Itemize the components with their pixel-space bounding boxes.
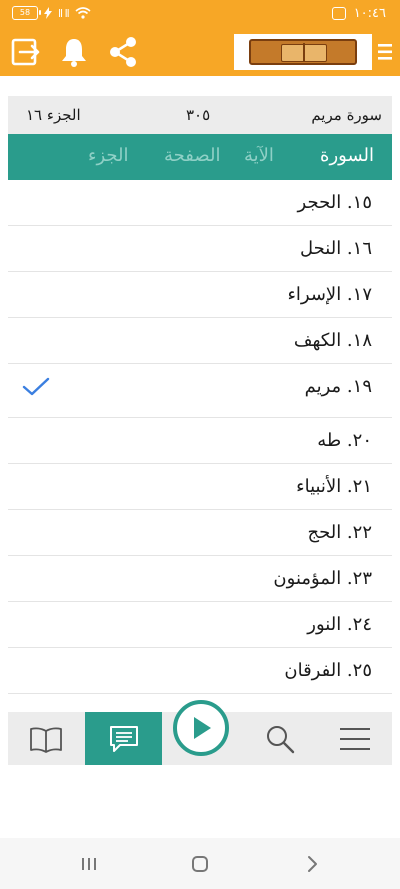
surah-label: ٢١. الأنبياء [296, 476, 372, 497]
share-button[interactable] [106, 35, 140, 69]
exit-icon [11, 38, 40, 66]
search-icon [267, 725, 295, 753]
share-icon [110, 37, 136, 67]
play-icon [194, 717, 211, 739]
list-item[interactable]: ١٦. النحل [8, 226, 392, 272]
bell-icon [62, 39, 86, 67]
current-page: ٣٠٥ [186, 106, 211, 124]
tab-aya[interactable]: الآية [244, 145, 274, 166]
notifications-button[interactable] [57, 35, 91, 69]
quran-book-icon [249, 39, 357, 65]
list-item[interactable]: ٢٤. النور [8, 602, 392, 648]
book-icon [30, 727, 62, 753]
status-right: ١٠:٤٦ [331, 6, 386, 21]
surah-list: ١٥. الحجر ١٦. النحل ١٧. الإسراء ١٨. الكه… [8, 180, 392, 694]
system-nav-bar [0, 838, 400, 889]
screen-record-icon [331, 7, 346, 20]
list-item[interactable]: ٢١. الأنبياء [8, 464, 392, 510]
read-button[interactable] [8, 712, 84, 765]
surah-label: ٢٥. الفرقان [284, 660, 372, 681]
tab-sura[interactable]: السورة [320, 145, 374, 166]
status-bar: 58 ll ll ١٠:٤٦ [0, 0, 400, 30]
surah-label: ١٩. مريم [304, 376, 372, 397]
list-item[interactable]: ٢٠. طه [8, 418, 392, 464]
surah-label: ١٧. الإسراء [287, 284, 372, 305]
tab-juz[interactable]: الجزء [88, 145, 129, 166]
index-tabs: السورة الآية الصفحة الجزء [8, 134, 392, 180]
bolt-icon [44, 7, 52, 19]
index-button[interactable] [85, 712, 162, 765]
app-logo [234, 34, 372, 70]
battery-level: 58 [19, 8, 31, 17]
current-sura: سورة مريم [311, 106, 382, 124]
home-button[interactable] [188, 852, 212, 876]
list-item-selected[interactable]: ١٩. مريم [8, 364, 392, 418]
surah-label: ٢٤. النور [307, 614, 372, 635]
back-button[interactable] [300, 852, 324, 876]
hamburger-icon [340, 727, 370, 750]
list-item[interactable]: ٢٢. الحج [8, 510, 392, 556]
app-header [0, 30, 400, 76]
list-item[interactable]: ٢٣. المؤمنون [8, 556, 392, 602]
status-time: ١٠:٤٦ [353, 6, 386, 21]
current-position-strip: سورة مريم ٣٠٥ الجزء ١٦ [8, 96, 392, 134]
notes-icon [109, 725, 138, 752]
back-icon [308, 856, 317, 872]
signal-icon: ll ll [58, 6, 70, 20]
surah-label: ٢٢. الحج [307, 522, 372, 543]
surah-label: ٢٠. طه [317, 430, 372, 451]
home-icon [192, 856, 208, 872]
checkmark-icon [22, 377, 50, 396]
list-item[interactable]: ٢٥. الفرقان [8, 648, 392, 694]
battery-icon: 58 [12, 6, 41, 20]
surah-label: ١٥. الحجر [297, 192, 372, 213]
recent-apps-icon [82, 858, 96, 870]
list-item[interactable]: ١٧. الإسراء [8, 272, 392, 318]
surah-label: ١٦. النحل [300, 238, 372, 259]
search-button[interactable] [242, 712, 318, 765]
wifi-icon [75, 7, 91, 19]
list-item[interactable]: ١٨. الكهف [8, 318, 392, 364]
tab-page[interactable]: الصفحة [164, 145, 220, 166]
surah-label: ١٨. الكهف [293, 330, 372, 351]
menu-icon [378, 44, 392, 60]
status-left: 58 ll ll [12, 6, 91, 20]
surah-label: ٢٣. المؤمنون [273, 568, 372, 589]
more-menu-button[interactable] [318, 712, 392, 765]
exit-button[interactable] [8, 35, 42, 69]
list-item[interactable]: ١٥. الحجر [8, 180, 392, 226]
recent-apps-button[interactable] [77, 852, 101, 876]
current-juz: الجزء ١٦ [26, 106, 81, 124]
play-button[interactable] [173, 700, 229, 756]
side-menu-button[interactable] [374, 35, 396, 69]
